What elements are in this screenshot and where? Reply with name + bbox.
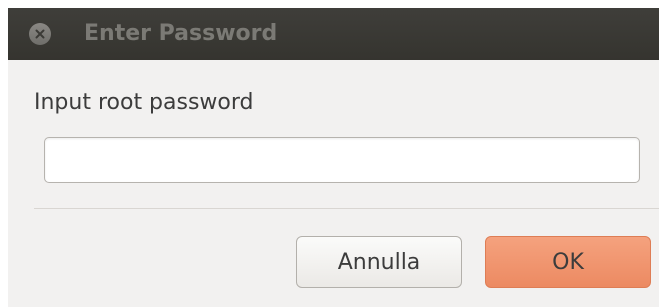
close-button[interactable] bbox=[29, 23, 51, 45]
window-title: Enter Password bbox=[84, 21, 278, 46]
password-dialog: Enter Password Input root password Annul… bbox=[8, 8, 659, 307]
password-input[interactable] bbox=[44, 137, 640, 183]
cancel-button[interactable]: Annulla bbox=[296, 236, 462, 288]
close-icon bbox=[35, 29, 45, 39]
title-bar[interactable]: Enter Password bbox=[8, 8, 659, 60]
password-prompt-label: Input root password bbox=[34, 90, 254, 115]
ok-button[interactable]: OK bbox=[485, 236, 651, 288]
separator bbox=[34, 208, 659, 209]
